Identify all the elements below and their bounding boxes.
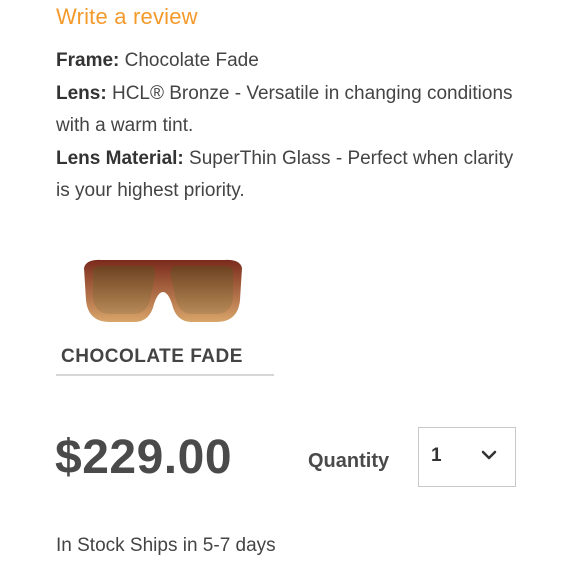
swatch-label: CHOCOLATE FADE bbox=[61, 346, 243, 367]
spec-frame-value: Chocolate Fade bbox=[124, 50, 259, 71]
right-lens bbox=[170, 266, 233, 314]
price: $229.00 bbox=[55, 431, 233, 484]
color-swatch-chocolate-fade[interactable]: CHOCOLATE FADE bbox=[56, 250, 274, 378]
spec-lens-material-label: Lens Material: bbox=[56, 148, 184, 169]
spec-lens-value: HCL® Bronze - Versatile in changing cond… bbox=[56, 83, 513, 136]
write-review-link[interactable]: Write a review bbox=[56, 4, 198, 30]
stock-status: In Stock Ships in 5-7 days bbox=[56, 535, 276, 556]
swatch-underline bbox=[56, 374, 274, 376]
quantity-value: 1 bbox=[431, 445, 442, 466]
spec-frame-label: Frame: bbox=[56, 50, 120, 71]
quantity-select[interactable]: 1 bbox=[418, 427, 516, 487]
spec-lens-label: Lens: bbox=[56, 83, 107, 104]
spec-lens-material: Lens Material: SuperThin Glass - Perfect… bbox=[56, 143, 526, 207]
spec-lens: Lens: HCL® Bronze - Versatile in changin… bbox=[56, 78, 526, 142]
chevron-down-icon bbox=[481, 450, 497, 460]
sunglasses-icon bbox=[84, 259, 242, 322]
left-lens bbox=[93, 266, 156, 314]
spec-frame: Frame: Chocolate Fade bbox=[56, 45, 526, 77]
quantity-label: Quantity bbox=[308, 450, 390, 472]
